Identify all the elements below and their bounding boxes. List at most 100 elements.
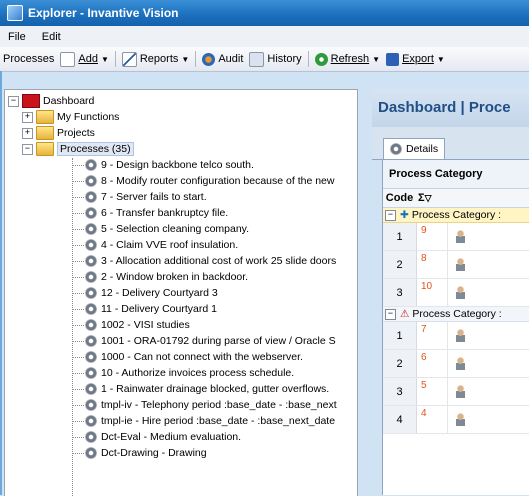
tree-label: 12 - Delivery Courtyard 3 bbox=[101, 287, 218, 299]
group2-rows: 17263544 bbox=[383, 322, 529, 434]
audit-button[interactable]: Audit bbox=[199, 49, 246, 69]
navigation-tree: − Dashboard + My Functions + Projects − … bbox=[4, 89, 358, 496]
collapse-icon[interactable]: − bbox=[385, 308, 396, 320]
tree-node-process[interactable]: 2 - Window broken in backdoor. bbox=[85, 269, 248, 285]
tab-label: Details bbox=[406, 143, 439, 155]
expand-icon[interactable]: + bbox=[22, 111, 33, 123]
tree-guide-line bbox=[72, 453, 84, 454]
process-gear-icon bbox=[85, 447, 97, 459]
add-label: Add bbox=[78, 53, 98, 65]
tree-label: Projects bbox=[57, 127, 95, 139]
history-button[interactable]: History bbox=[246, 49, 304, 69]
tree-node-process[interactable]: 1000 - Can not connect with the webserve… bbox=[85, 349, 303, 365]
code-cell: 3 bbox=[383, 279, 417, 306]
window-title: Explorer - Invantive Vision bbox=[28, 6, 179, 20]
tree-label: 1000 - Can not connect with the webserve… bbox=[101, 351, 303, 363]
tree-node-process[interactable]: 11 - Delivery Courtyard 1 bbox=[85, 301, 217, 317]
table-row[interactable]: 3 10 bbox=[383, 279, 529, 307]
person-icon bbox=[456, 413, 465, 426]
toolbar-separator bbox=[195, 51, 197, 67]
collapse-icon[interactable]: − bbox=[22, 143, 33, 155]
tree-node-process[interactable]: Dct-Eval - Medium evaluation. bbox=[85, 429, 241, 445]
tree-node-process[interactable]: 12 - Delivery Courtyard 3 bbox=[85, 285, 218, 301]
tree-guide-line bbox=[72, 421, 84, 422]
menu-edit[interactable]: Edit bbox=[34, 31, 69, 43]
table-row[interactable]: 26 bbox=[383, 350, 529, 378]
value-cell: 5 bbox=[417, 378, 448, 405]
person-icon bbox=[456, 230, 465, 243]
tree-label: Dct-Eval - Medium evaluation. bbox=[101, 431, 242, 443]
tree-node-my-functions[interactable]: + My Functions bbox=[22, 109, 119, 125]
code-cell: 2 bbox=[383, 251, 417, 278]
collapse-icon[interactable]: − bbox=[8, 95, 19, 107]
column-code-header[interactable]: Code bbox=[383, 192, 416, 204]
tree-guide-line bbox=[72, 261, 84, 262]
tree-node-process[interactable]: 9 - Design backbone telco south. bbox=[85, 157, 254, 173]
tree-node-process[interactable]: tmpl-iv - Telephony period :base_date - … bbox=[85, 397, 337, 413]
folder-icon bbox=[36, 126, 54, 140]
tree-node-process[interactable]: 6 - Transfer bankruptcy file. bbox=[85, 205, 228, 221]
tree-label: Dashboard bbox=[43, 95, 95, 107]
collapse-icon[interactable]: − bbox=[385, 209, 396, 221]
processes-button[interactable]: Processes bbox=[0, 49, 57, 69]
expand-icon[interactable]: + bbox=[22, 127, 33, 139]
refresh-button[interactable]: Refresh ▼ bbox=[312, 49, 383, 69]
group1-rows: 1 9 2 8 3 10 bbox=[383, 223, 529, 307]
process-gear-icon bbox=[85, 287, 97, 299]
tree-guide-line bbox=[72, 325, 84, 326]
reports-button[interactable]: Reports ▼ bbox=[119, 49, 192, 69]
tree-node-process[interactable]: 4 - Claim VVE roof insulation. bbox=[85, 237, 238, 253]
table-row[interactable]: 44 bbox=[383, 406, 529, 434]
tab-details[interactable]: Details bbox=[383, 138, 446, 159]
tree-node-process[interactable]: 1001 - ORA-01792 during parse of view / … bbox=[85, 333, 336, 349]
table-row[interactable]: 17 bbox=[383, 322, 529, 350]
tree-guide-line bbox=[72, 437, 84, 438]
process-category-icon: ✚ bbox=[400, 209, 409, 221]
tree-node-process[interactable]: 8 - Modify router configuration because … bbox=[85, 173, 334, 189]
tree-label: 6 - Transfer bankruptcy file. bbox=[101, 207, 229, 219]
refresh-icon bbox=[314, 52, 328, 66]
save-disk-icon bbox=[386, 52, 400, 66]
export-button[interactable]: Export ▼ bbox=[383, 49, 448, 69]
tree-node-process[interactable]: 1002 - VISI studies bbox=[85, 317, 190, 333]
person-icon bbox=[456, 286, 465, 299]
tree-node-processes[interactable]: − Processes (35) bbox=[22, 141, 134, 157]
tree-node-process[interactable]: 5 - Selection cleaning company. bbox=[85, 221, 249, 237]
table-row[interactable]: 19 bbox=[383, 223, 529, 251]
table-row[interactable]: 35 bbox=[383, 378, 529, 406]
process-gear-icon bbox=[85, 399, 97, 411]
tree-guide-line bbox=[72, 165, 84, 166]
tree-node-process[interactable]: 10 - Authorize invoices process schedule… bbox=[85, 365, 294, 381]
value-text: 7 bbox=[421, 324, 427, 335]
tree-label: 10 - Authorize invoices process schedule… bbox=[101, 367, 295, 379]
tree-label: My Functions bbox=[57, 111, 120, 123]
toolbar: Processes Add ▼ Reports ▼ Audit History Re… bbox=[0, 47, 529, 72]
tree-node-process[interactable]: 3 - Allocation additional cost of work 2… bbox=[85, 253, 336, 269]
tree-guide-line bbox=[72, 341, 84, 342]
group-row[interactable]: − ✚ Process Category : bbox=[383, 208, 529, 223]
tree-node-projects[interactable]: + Projects bbox=[22, 125, 95, 141]
menu-file[interactable]: File bbox=[0, 31, 34, 43]
tree-node-process[interactable]: 7 - Server fails to start. bbox=[85, 189, 207, 205]
tree-label: tmpl-iv - Telephony period :base_date - … bbox=[101, 399, 337, 411]
tree-guide-line bbox=[72, 277, 84, 278]
process-gear-icon bbox=[85, 159, 97, 171]
group-by-chip[interactable]: Process Category bbox=[389, 168, 483, 180]
tree-node-dashboard[interactable]: − Dashboard bbox=[8, 93, 94, 109]
process-gear-icon bbox=[85, 207, 97, 219]
tree-label: 1002 - VISI studies bbox=[101, 319, 190, 331]
process-gear-icon bbox=[85, 223, 97, 235]
filter-icon[interactable]: ▽ bbox=[425, 193, 432, 204]
group-row[interactable]: − ⚠ Process Category : bbox=[383, 307, 529, 322]
value-cell: 9 bbox=[417, 223, 448, 250]
add-button[interactable]: Add ▼ bbox=[57, 49, 112, 69]
tree-label: 4 - Claim VVE roof insulation. bbox=[101, 239, 239, 251]
value-text: 6 bbox=[421, 352, 427, 363]
tree-node-process[interactable]: tmpl-ie - Hire period :base_date - :base… bbox=[85, 413, 335, 429]
tree-guide-line bbox=[72, 245, 84, 246]
column-sum-header[interactable]: Σ bbox=[418, 192, 425, 204]
tree-node-process[interactable]: 1 - Rainwater drainage blocked, gutter o… bbox=[85, 381, 329, 397]
table-row[interactable]: 28 bbox=[383, 251, 529, 279]
tree-node-process[interactable]: Dct-Drawing - Drawing bbox=[85, 445, 207, 461]
tree-label: 3 - Allocation additional cost of work 2… bbox=[101, 255, 337, 267]
